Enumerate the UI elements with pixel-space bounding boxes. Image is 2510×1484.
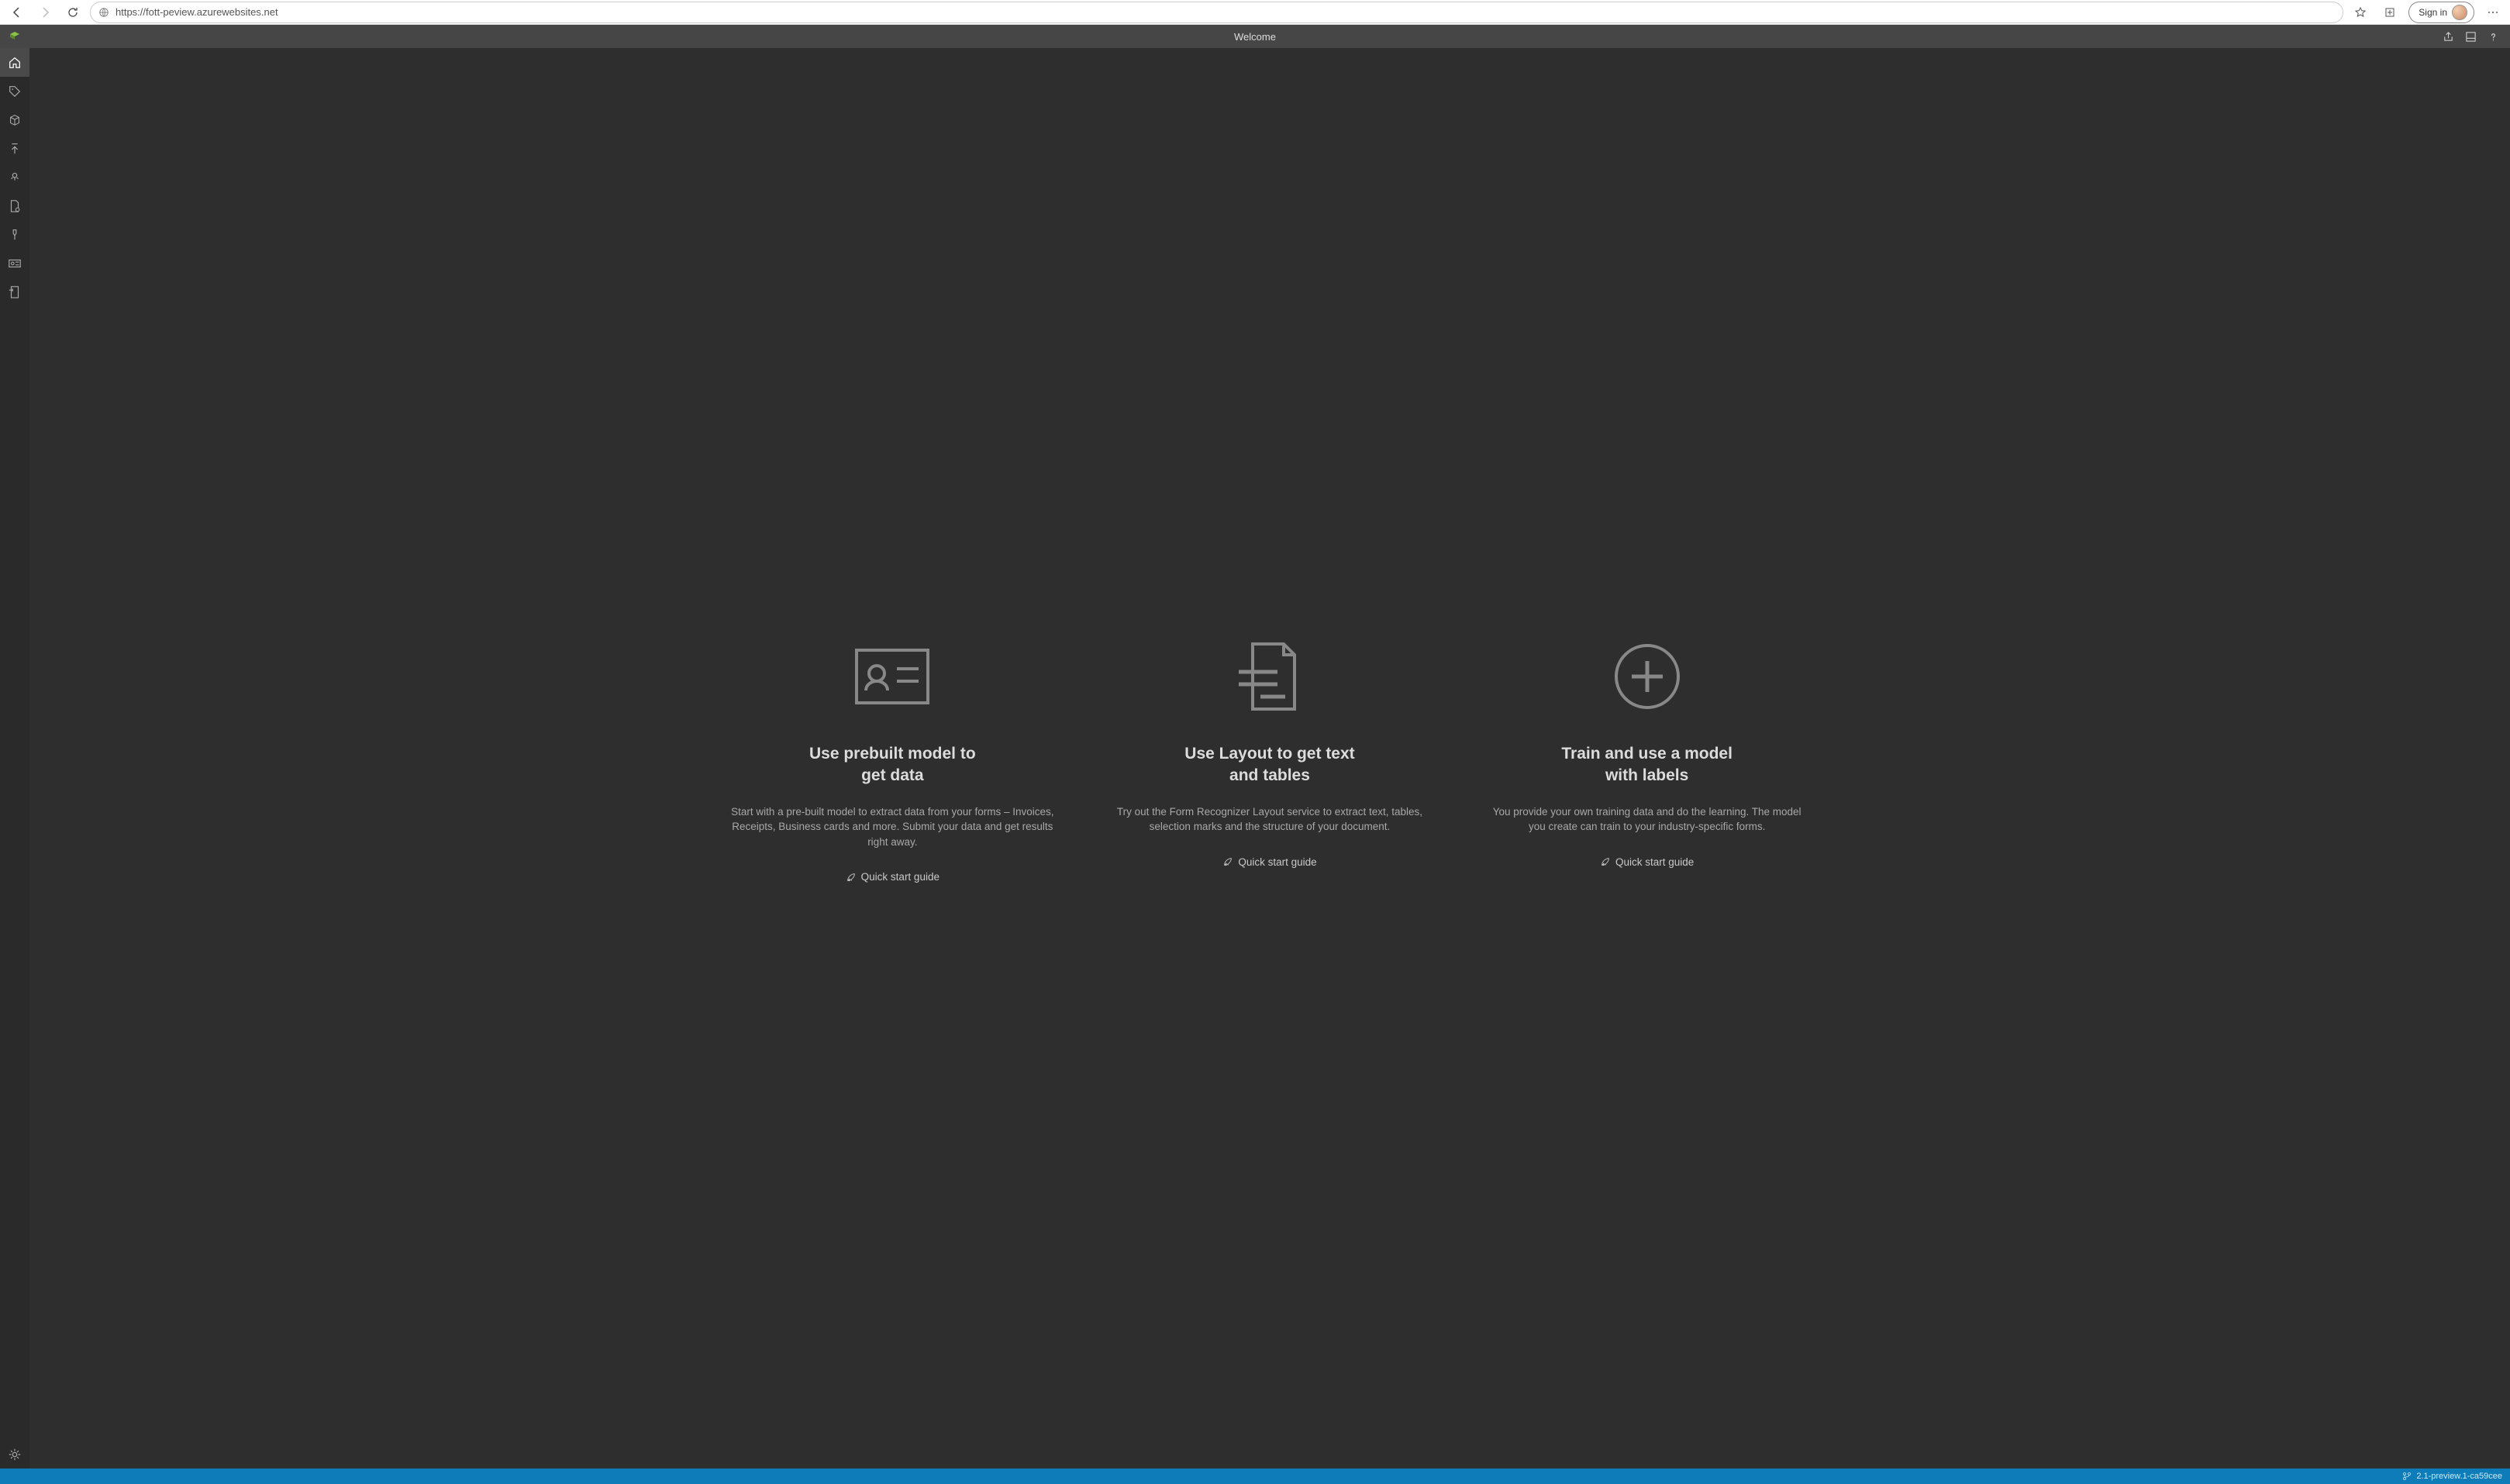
forward-button[interactable] — [34, 2, 56, 23]
app-logo[interactable] — [0, 25, 29, 48]
collections-button[interactable] — [2379, 2, 2401, 23]
sidebar-item-tag[interactable] — [0, 77, 29, 105]
quick-start-link[interactable]: Quick start guide — [1222, 856, 1316, 868]
card-prebuilt: Use prebuilt model to get data Start wit… — [729, 630, 1055, 887]
sidebar-item-document[interactable] — [0, 191, 29, 220]
help-icon[interactable] — [2488, 31, 2499, 43]
card-description: Try out the Form Recognizer Layout servi… — [1107, 804, 1433, 835]
favorite-button[interactable] — [2350, 2, 2371, 23]
main-content: Use prebuilt model to get data Start wit… — [29, 48, 2510, 1469]
card-description: Start with a pre-built model to extract … — [729, 804, 1055, 850]
page-title: Welcome — [1234, 31, 1276, 43]
quick-start-link[interactable]: Quick start guide — [1600, 856, 1694, 868]
signin-button[interactable]: Sign in — [2408, 2, 2474, 23]
address-bar[interactable]: https://fott-peview.azurewebsites.net — [90, 2, 2343, 23]
card-title: Train and use a model with labels — [1484, 743, 1810, 787]
id-card-icon — [729, 630, 1055, 723]
panel-icon[interactable] — [2465, 31, 2477, 43]
card-layout: Use Layout to get text and tables Try ou… — [1107, 630, 1433, 887]
url-text: https://fott-peview.azurewebsites.net — [116, 6, 2335, 18]
rocket-icon — [1600, 856, 1611, 867]
plus-circle-icon — [1484, 630, 1810, 723]
branch-icon — [2402, 1472, 2412, 1481]
card-title: Use prebuilt model to get data — [729, 743, 1055, 787]
back-button[interactable] — [6, 2, 28, 23]
card-train: Train and use a model with labels You pr… — [1484, 630, 1810, 887]
quick-start-link[interactable]: Quick start guide — [846, 871, 940, 883]
avatar — [2452, 5, 2467, 20]
globe-icon — [98, 7, 109, 18]
sidebar-item-id[interactable] — [0, 249, 29, 277]
rocket-icon — [846, 872, 857, 883]
rocket-icon — [1222, 856, 1233, 867]
sidebar-item-compose[interactable] — [0, 134, 29, 163]
version-text: 2.1-preview.1-ca59cee — [2416, 1472, 2502, 1481]
share-icon[interactable] — [2443, 31, 2454, 43]
sidebar-item-model[interactable] — [0, 105, 29, 134]
refresh-button[interactable] — [62, 2, 84, 23]
more-button[interactable] — [2482, 2, 2504, 23]
sidebar-item-home[interactable] — [0, 48, 29, 77]
sidebar — [0, 48, 29, 1469]
browser-toolbar: https://fott-peview.azurewebsites.net Si… — [0, 0, 2510, 25]
sidebar-item-analyze[interactable] — [0, 163, 29, 191]
card-title: Use Layout to get text and tables — [1107, 743, 1433, 787]
sidebar-item-connection[interactable] — [0, 220, 29, 249]
status-bar: 2.1-preview.1-ca59cee — [0, 1469, 2510, 1484]
sidebar-item-form[interactable] — [0, 277, 29, 306]
signin-label: Sign in — [2419, 7, 2447, 18]
document-layout-icon — [1107, 630, 1433, 723]
card-description: You provide your own training data and d… — [1484, 804, 1810, 835]
sidebar-item-settings[interactable] — [0, 1440, 29, 1469]
app-header: Welcome — [0, 25, 2510, 48]
